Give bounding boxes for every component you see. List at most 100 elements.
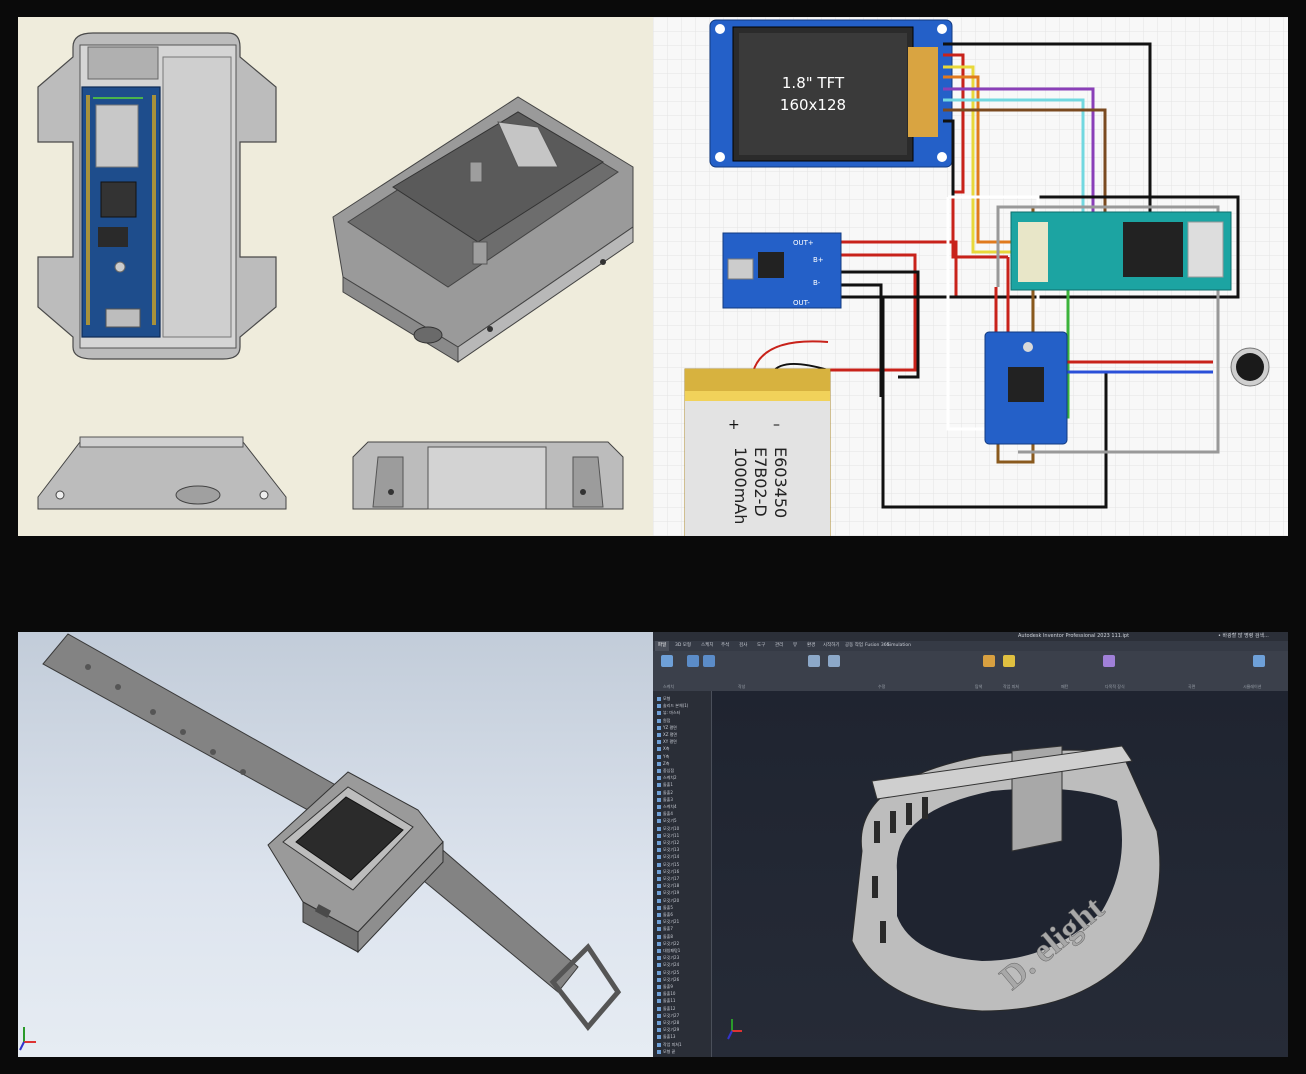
tree-item[interactable]: 돌출5 — [657, 904, 673, 911]
freeform-button[interactable] — [1103, 655, 1115, 667]
tree-item[interactable]: 뷰: 마스터 — [657, 709, 680, 716]
tree-item-label: 모깃기24 — [663, 962, 680, 968]
group-surface: 곡면 — [1188, 684, 1196, 689]
tree-item[interactable]: 작업 피쳐1 — [657, 1041, 682, 1048]
tab-sketch[interactable]: 스케치 — [701, 641, 713, 651]
tree-item-label: 돌출7 — [663, 926, 673, 932]
tree-item[interactable]: 중심점 — [657, 767, 674, 774]
feature-icon — [657, 776, 661, 781]
feature-icon — [657, 1042, 661, 1047]
tree-item[interactable]: 솔리드 본체(1) — [657, 702, 688, 709]
tree-item-label: 모깃기13 — [663, 847, 680, 853]
tree-item[interactable]: 모깃기5 — [657, 817, 677, 824]
tab-fusion-360[interactable]: Fusion 360 — [865, 641, 889, 651]
tree-item[interactable]: 돌출12 — [657, 1005, 675, 1012]
hole-button[interactable] — [808, 655, 820, 667]
tree-item[interactable]: 돌출4 — [657, 810, 673, 817]
tree-item-label: X축 — [663, 746, 670, 752]
tree-item[interactable]: X축 — [657, 745, 669, 752]
tree-item[interactable]: 모깃기10 — [657, 825, 679, 832]
tree-item[interactable]: 돌출3 — [657, 796, 673, 803]
command-search[interactable]: • 바광할 많 명령 검색... — [1218, 632, 1269, 641]
tree-item[interactable]: 돌출6 — [657, 911, 673, 918]
tree-item[interactable]: 모깃기29 — [657, 1026, 679, 1033]
tree-item[interactable]: 원점 — [657, 717, 670, 724]
tab-inspect[interactable]: 검사 — [739, 641, 747, 651]
tree-item[interactable]: 모깃기11 — [657, 832, 679, 839]
fillet-button[interactable] — [828, 655, 840, 667]
tree-item[interactable]: 스케치2 — [657, 774, 677, 781]
tree-item-label: 돌출6 — [663, 912, 673, 917]
tree-item[interactable]: 모깃기19 — [657, 889, 679, 896]
feature-icon — [657, 992, 661, 997]
tree-item[interactable]: 돌출7 — [657, 925, 673, 932]
tree-item[interactable]: 모깃기18 — [657, 882, 679, 889]
tree-item[interactable]: 모형 끝 — [657, 1048, 675, 1055]
tree-item[interactable]: 모깃기13 — [657, 846, 679, 853]
tab-collaborate[interactable]: 공동 작업 — [845, 641, 863, 651]
tree-item[interactable]: 모깃기20 — [657, 897, 679, 904]
tab-file[interactable]: 파일 — [655, 641, 670, 651]
tree-item-label: 작업 피쳐1 — [663, 1041, 682, 1047]
tree-item[interactable]: Z축 — [657, 760, 669, 767]
tree-item-label: Y축 — [663, 753, 670, 759]
stress-analysis-button[interactable] — [1253, 655, 1265, 667]
feature-icon — [657, 884, 661, 889]
tree-item[interactable]: 돌출1 — [657, 781, 673, 788]
tree-item-label: 모깃기20 — [663, 897, 680, 903]
tree-item[interactable]: 모깃기15 — [657, 861, 679, 868]
tree-item[interactable]: 모깃기23 — [657, 954, 679, 961]
tree-item[interactable]: 모깃기21 — [657, 918, 679, 925]
tree-item[interactable]: 돌출9 — [657, 983, 673, 990]
feature-icon — [657, 920, 661, 925]
tree-item[interactable]: 모형 — [657, 695, 670, 702]
viewport[interactable]: D. elight — [712, 691, 1288, 1057]
tab-simulation[interactable]: Simulation — [887, 641, 911, 651]
create-sketch-button[interactable] — [661, 655, 673, 667]
tree-item[interactable]: YZ 평면 — [657, 724, 677, 731]
tree-item[interactable]: 대칭패턳1 — [657, 947, 680, 954]
tree-item-label: XZ 평면 — [663, 732, 678, 737]
tab-view[interactable]: 뷰 — [793, 641, 797, 651]
tree-item[interactable]: 돌출8 — [657, 933, 673, 940]
tab-tools[interactable]: 도구 — [757, 641, 765, 651]
feature-icon — [657, 977, 661, 982]
tree-item[interactable]: 모깃기26 — [657, 976, 679, 983]
tab-get-started[interactable]: 시작하기 — [823, 641, 840, 651]
tree-item[interactable]: 모깃기17 — [657, 875, 679, 882]
tree-item[interactable]: 돌출10 — [657, 990, 675, 997]
tab-annotate[interactable]: 주석 — [721, 641, 729, 651]
feature-icon — [657, 970, 661, 975]
tree-item[interactable]: 모깃기14 — [657, 853, 679, 860]
tree-item[interactable]: 모깃기16 — [657, 868, 679, 875]
tab-3d-model[interactable]: 3D 모형 — [675, 641, 691, 651]
tree-item[interactable]: 모깃기28 — [657, 1019, 679, 1026]
tree-item[interactable]: 모깃기22 — [657, 940, 679, 947]
feature-icon — [657, 769, 661, 773]
tree-item[interactable]: 스케치4 — [657, 803, 677, 810]
tree-item[interactable]: 모깃기25 — [657, 969, 679, 976]
feature-icon — [657, 934, 661, 939]
feature-icon — [657, 704, 661, 709]
extrude-button[interactable] — [687, 655, 699, 667]
feature-icon — [657, 877, 661, 881]
tree-item[interactable]: Y축 — [657, 753, 669, 760]
tree-item[interactable]: 모깃기12 — [657, 839, 679, 846]
tree-item[interactable]: 모깃기24 — [657, 961, 679, 968]
axis-button[interactable] — [1003, 655, 1015, 667]
tree-item[interactable]: 모깃기27 — [657, 1012, 679, 1019]
tab-manage[interactable]: 관리 — [775, 641, 783, 651]
work-plane-button[interactable] — [983, 655, 995, 667]
tree-item[interactable]: XY 평면 — [657, 738, 677, 745]
tree-item[interactable]: 돌출2 — [657, 789, 673, 796]
feature-icon — [657, 963, 661, 968]
tab-environments[interactable]: 환경 — [807, 641, 815, 651]
tree-item-label: 모깃기22 — [663, 940, 680, 946]
tree-item[interactable]: 돌출11 — [657, 997, 675, 1004]
battery-model-line2: E7B02-D — [751, 447, 770, 517]
tree-item[interactable]: XZ 평면 — [657, 731, 677, 738]
feature-icon — [657, 941, 661, 946]
tree-item-label: 솔리드 본체(1) — [663, 703, 689, 709]
tree-item[interactable]: 돌출13 — [657, 1033, 675, 1040]
revolve-button[interactable] — [703, 655, 715, 667]
